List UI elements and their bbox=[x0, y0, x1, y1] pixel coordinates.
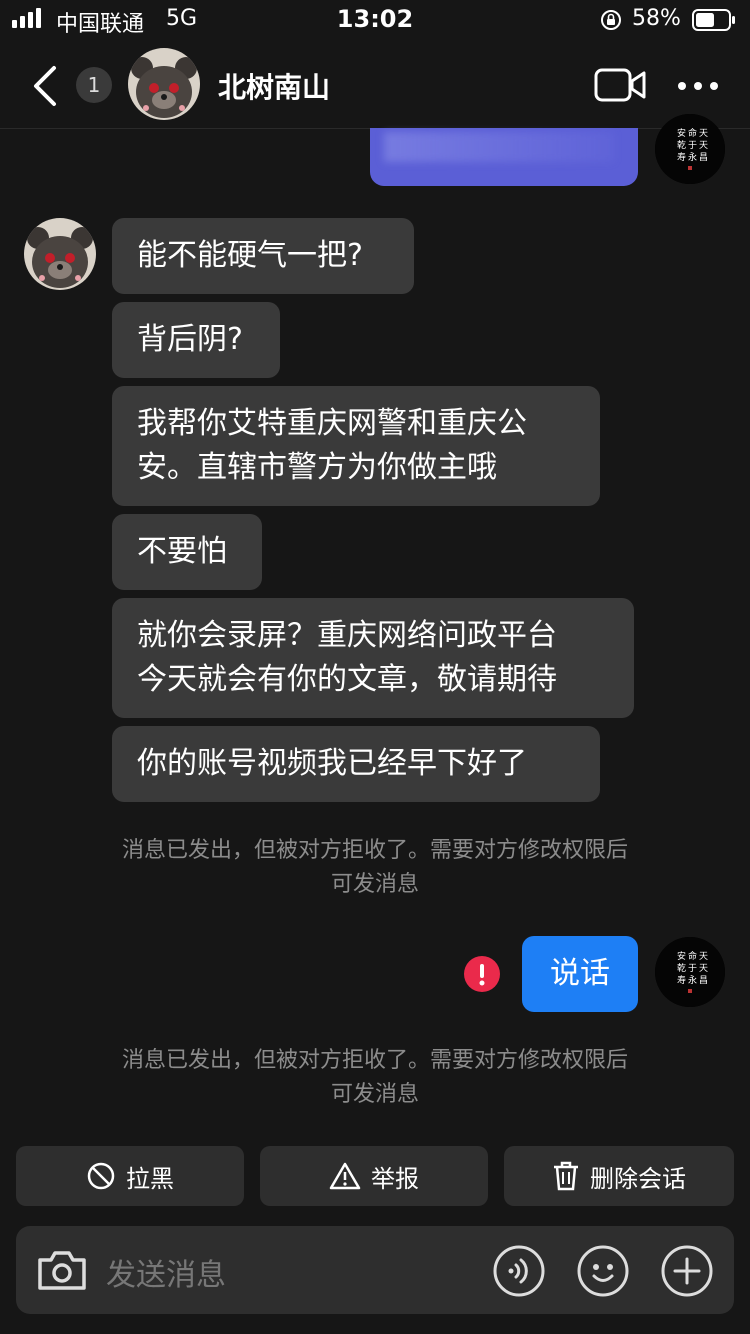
bear-avatar-icon bbox=[128, 48, 200, 120]
svg-text:永: 永 bbox=[688, 151, 697, 163]
status-bar: 中国联通 5G 13:02 58% bbox=[0, 0, 750, 42]
received-message[interactable]: 背后阴? bbox=[112, 302, 280, 378]
video-call-icon[interactable] bbox=[594, 68, 646, 102]
svg-text:寿: 寿 bbox=[677, 151, 686, 163]
notice-line: 可发消息 bbox=[330, 1082, 419, 1107]
received-message[interactable]: 不要怕 bbox=[112, 514, 262, 590]
camera-icon[interactable] bbox=[36, 1246, 88, 1294]
notice-line: 可发消息 bbox=[330, 872, 419, 897]
svg-text:于: 于 bbox=[688, 140, 697, 151]
chat-actions: 拉黑 举报 删除会话 bbox=[16, 1146, 734, 1206]
sent-message[interactable]: 说话 bbox=[522, 936, 638, 1012]
block-icon bbox=[87, 1162, 115, 1190]
contact-avatar[interactable] bbox=[128, 48, 200, 120]
svg-text:乾: 乾 bbox=[677, 962, 686, 974]
my-avatar[interactable]: 安命天 乾于天 寿永昌 bbox=[655, 114, 725, 184]
bear-avatar-icon bbox=[24, 218, 96, 290]
svg-text:乾: 乾 bbox=[677, 139, 686, 151]
message-input[interactable]: 发送消息 bbox=[106, 1250, 226, 1294]
back-chevron-icon[interactable] bbox=[30, 64, 60, 108]
contact-avatar-message[interactable] bbox=[24, 218, 96, 290]
received-message[interactable]: 能不能硬气一把? bbox=[112, 218, 414, 294]
block-button[interactable]: 拉黑 bbox=[16, 1146, 244, 1206]
rejection-notice: 消息已发出，但被对方拒收了。需要对方修改权限后 可发消息 bbox=[0, 834, 750, 902]
send-failed-icon[interactable] bbox=[464, 956, 500, 992]
message-input-bar: 发送消息 bbox=[16, 1226, 734, 1314]
svg-text:寿: 寿 bbox=[677, 974, 686, 986]
voice-message-icon[interactable] bbox=[492, 1244, 546, 1298]
svg-text:天: 天 bbox=[699, 129, 708, 139]
notice-line: 消息已发出，但被对方拒收了。需要对方修改权限后 bbox=[121, 838, 628, 863]
calligraphy-avatar-icon: 安命天 乾于天 寿永昌 bbox=[655, 114, 725, 184]
battery-percent: 58% bbox=[632, 6, 681, 31]
svg-text:永: 永 bbox=[688, 974, 697, 986]
unread-badge[interactable]: 1 bbox=[76, 67, 112, 103]
svg-text:天: 天 bbox=[699, 964, 708, 974]
emoji-icon[interactable] bbox=[576, 1244, 630, 1298]
received-message[interactable]: 我帮你艾特重庆网警和重庆公 安。直辖市警方为你做主哦 bbox=[112, 386, 600, 506]
more-options-icon[interactable] bbox=[676, 80, 720, 92]
exclamation-icon bbox=[479, 964, 485, 986]
notice-line: 消息已发出，但被对方拒收了。需要对方修改权限后 bbox=[121, 1048, 628, 1073]
svg-text:天: 天 bbox=[699, 141, 708, 151]
svg-text:昌: 昌 bbox=[699, 975, 708, 986]
rejection-notice: 消息已发出，但被对方拒收了。需要对方修改权限后 可发消息 bbox=[0, 1044, 750, 1112]
svg-text:安: 安 bbox=[677, 950, 686, 962]
delete-conversation-button[interactable]: 删除会话 bbox=[504, 1146, 734, 1206]
calligraphy-avatar-icon: 安命天 乾于天 寿永昌 bbox=[655, 937, 725, 1007]
block-label: 拉黑 bbox=[126, 1164, 174, 1193]
contact-name[interactable]: 北树南山 bbox=[218, 66, 330, 106]
my-avatar[interactable]: 安命天 乾于天 寿永昌 bbox=[655, 937, 725, 1007]
report-label: 举报 bbox=[371, 1164, 419, 1193]
svg-text:天: 天 bbox=[699, 952, 708, 962]
delete-label: 删除会话 bbox=[590, 1164, 686, 1193]
add-more-icon[interactable] bbox=[660, 1244, 714, 1298]
svg-text:命: 命 bbox=[688, 950, 697, 962]
warning-icon bbox=[329, 1162, 361, 1190]
report-button[interactable]: 举报 bbox=[260, 1146, 488, 1206]
svg-text:安: 安 bbox=[677, 127, 686, 139]
trash-icon bbox=[554, 1161, 578, 1191]
svg-text:命: 命 bbox=[688, 127, 697, 139]
chat-header: 1 北树南山 bbox=[0, 42, 750, 129]
svg-text:昌: 昌 bbox=[699, 152, 708, 163]
svg-text:于: 于 bbox=[688, 963, 697, 974]
rotation-lock-icon bbox=[601, 10, 621, 30]
received-message[interactable]: 你的账号视频我已经早下好了 bbox=[112, 726, 600, 802]
received-message[interactable]: 就你会录屏？重庆网络问政平台 今天就会有你的文章，敬请期待 bbox=[112, 598, 634, 718]
blurred-previous-message bbox=[370, 128, 638, 186]
battery-icon bbox=[692, 9, 735, 31]
